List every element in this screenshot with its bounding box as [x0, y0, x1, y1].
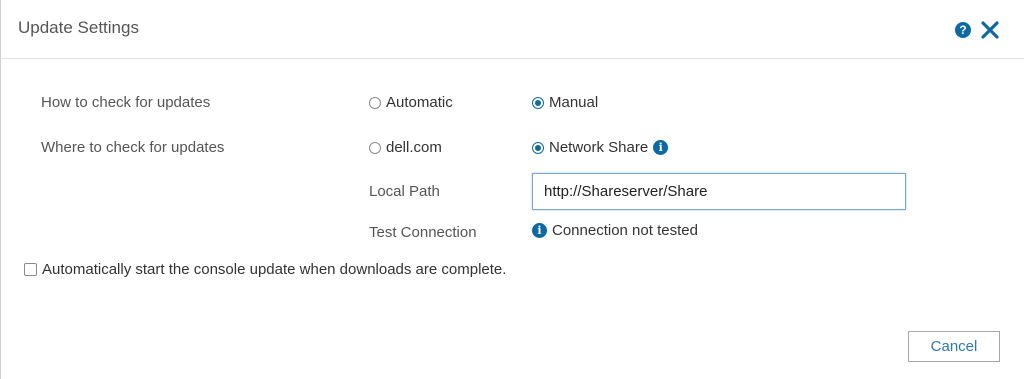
local-path-input[interactable] [532, 173, 906, 210]
cancel-button[interactable]: Cancel [908, 331, 1000, 362]
radio-network-share-circle[interactable] [532, 141, 544, 154]
dialog-title: Update Settings [18, 18, 139, 37]
connection-status-text: Connection not tested [552, 222, 698, 239]
radio-dell-com-label: dell.com [386, 139, 442, 156]
connection-status: i Connection not tested [532, 222, 698, 239]
close-icon[interactable] [980, 20, 1000, 40]
radio-automatic-label: Automatic [386, 94, 453, 111]
radio-network-share-label: Network Share [549, 139, 649, 156]
info-icon: i [532, 223, 547, 238]
radio-automatic-circle[interactable] [369, 96, 381, 109]
auto-start-checkbox[interactable] [24, 263, 37, 276]
auto-start-label: Automatically start the console update w… [42, 261, 507, 278]
how-to-check-label: How to check for updates [41, 94, 211, 111]
update-settings-dialog: Update Settings ? How to check for updat… [0, 0, 1024, 379]
local-path-label: Local Path [369, 183, 440, 200]
auto-start-checkbox-row[interactable]: Automatically start the console update w… [24, 261, 506, 278]
radio-manual[interactable]: Manual [532, 94, 598, 111]
radio-dell-com[interactable]: dell.com [369, 139, 442, 156]
radio-network-share[interactable]: Network Share i [532, 139, 669, 156]
where-to-check-label: Where to check for updates [41, 139, 225, 156]
radio-manual-circle[interactable] [532, 96, 544, 109]
info-icon[interactable]: i [653, 140, 669, 155]
test-connection-label: Test Connection [369, 224, 477, 241]
radio-dell-com-circle[interactable] [369, 141, 381, 154]
dialog-header: Update Settings ? [1, 0, 1024, 59]
help-icon[interactable]: ? [955, 22, 971, 38]
radio-manual-label: Manual [549, 94, 599, 111]
radio-automatic[interactable]: Automatic [369, 94, 453, 111]
